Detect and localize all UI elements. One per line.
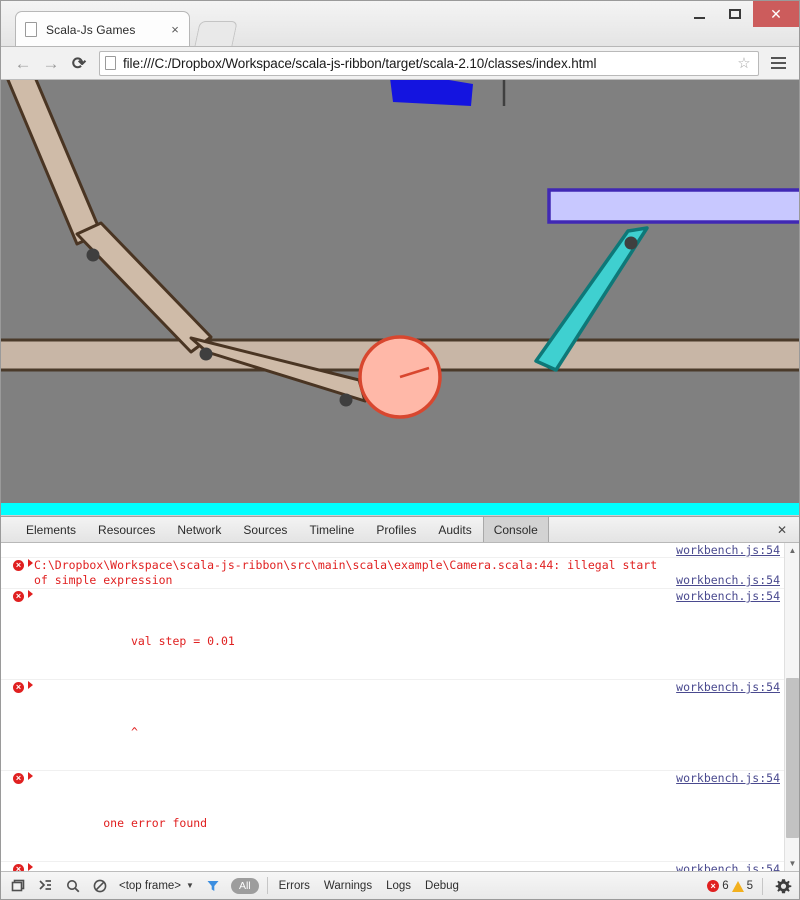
statusbar-divider <box>266 877 268 894</box>
url-text[interactable]: file:///C:/Dropbox/Workspace/scala-js-ri… <box>123 56 735 71</box>
scroll-down-arrow-icon[interactable]: ▼ <box>785 856 799 871</box>
error-badge-icon: × <box>13 682 24 693</box>
console-message: C:\Dropbox\Workspace\scala-js-ribbon\src… <box>34 558 658 587</box>
console-row[interactable]: × C:\Dropbox\Workspace\scala-js-ribbon\s… <box>1 558 784 589</box>
console-message: val step = 0.01 <box>103 634 235 648</box>
bookmark-star-icon[interactable]: ☆ <box>735 56 753 71</box>
tab-elements[interactable]: Elements <box>15 517 87 542</box>
joint-2 <box>199 347 213 361</box>
blue-wedge-shape <box>390 80 473 106</box>
game-viewport[interactable] <box>1 80 799 516</box>
canvas-background <box>1 80 799 515</box>
expand-triangle-icon[interactable] <box>28 863 33 871</box>
window-controls: ✕ <box>681 1 799 27</box>
joint-1 <box>86 248 100 262</box>
lavender-platform <box>547 188 799 224</box>
devtools-panel: Elements Resources Network Sources Timel… <box>1 516 799 899</box>
console-row[interactable]: × val step = 0.01 workbench.js:54 <box>1 589 784 680</box>
tab-close-icon[interactable]: × <box>167 22 183 38</box>
reload-icon[interactable]: ⟳ <box>65 50 93 76</box>
title-bar: Scala-Js Games × ✕ <box>1 1 799 47</box>
close-button[interactable]: ✕ <box>753 1 799 27</box>
chevron-down-icon: ▼ <box>186 881 194 890</box>
filter-errors-button[interactable]: Errors <box>272 875 317 897</box>
console-scroll-area: workbench.js:54 × C:\Dropbox\Workspace\s… <box>1 543 784 871</box>
console-row-clipped: workbench.js:54 <box>1 543 784 558</box>
tab-console[interactable]: Console <box>482 517 549 542</box>
console-row[interactable]: × ^ workbench.js:54 <box>1 680 784 771</box>
page-icon <box>25 21 39 38</box>
new-tab-button[interactable] <box>194 21 238 47</box>
devtools-statusbar: <top frame> ▼ All Errors Warnings Logs D… <box>1 871 799 899</box>
filter-debug-button[interactable]: Debug <box>418 875 466 897</box>
error-count: 6 <box>722 880 729 892</box>
error-badge-icon: × <box>13 864 24 871</box>
plank-joint <box>624 236 638 250</box>
joint-3 <box>339 393 353 407</box>
expand-triangle-icon[interactable] <box>28 772 33 780</box>
devtools-close-icon[interactable]: ✕ <box>771 517 793 542</box>
console-row[interactable]: × one error found workbench.js:54 <box>1 771 784 862</box>
frame-selector-label: <top frame> <box>119 879 182 892</box>
filter-logs-button[interactable]: Logs <box>379 875 418 897</box>
game-canvas[interactable] <box>1 80 799 516</box>
tab-resources[interactable]: Resources <box>87 517 166 542</box>
console-drawer-icon[interactable] <box>32 875 59 897</box>
console-source-link[interactable]: workbench.js:54 <box>676 771 780 786</box>
tab-timeline[interactable]: Timeline <box>298 517 365 542</box>
error-badge-icon: × <box>13 773 24 784</box>
scroll-up-arrow-icon[interactable]: ▲ <box>785 543 799 558</box>
minimize-button[interactable] <box>681 1 717 27</box>
console-message: one error found <box>103 816 208 830</box>
tabstrip-base <box>1 46 799 47</box>
tab-sources[interactable]: Sources <box>232 517 298 542</box>
message-counts[interactable]: × 6 5 <box>707 872 763 900</box>
console-source-link[interactable]: workbench.js:54 <box>676 589 780 604</box>
tab-network[interactable]: Network <box>166 517 232 542</box>
console-scrollbar[interactable]: ▲ ▼ <box>784 543 799 871</box>
error-badge-icon: × <box>13 591 24 602</box>
tab-title: Scala-Js Games <box>46 22 136 37</box>
tab-profiles[interactable]: Profiles <box>365 517 427 542</box>
browser-window: Scala-Js Games × ✕ ← → ⟳ file:///C:/Drop… <box>0 0 800 900</box>
gear-icon[interactable] <box>773 876 793 896</box>
console-source-link[interactable]: workbench.js:54 <box>676 573 780 588</box>
back-icon[interactable]: ← <box>9 50 37 76</box>
frame-selector[interactable]: <top frame> ▼ <box>113 875 200 897</box>
dock-icon[interactable] <box>5 875 32 897</box>
browser-toolbar: ← → ⟳ file:///C:/Dropbox/Workspace/scala… <box>1 47 799 80</box>
warning-count: 5 <box>746 880 753 892</box>
player-ball <box>358 335 442 419</box>
console-row[interactable]: × (root/compile:31mcompile0m) Compilatio… <box>1 862 784 871</box>
statusbar-divider <box>762 877 763 895</box>
warning-triangle-icon <box>731 880 744 892</box>
filter-all-button[interactable]: All <box>230 877 259 894</box>
filter-funnel-icon[interactable] <box>200 875 227 897</box>
console-source-link[interactable]: workbench.js:54 <box>676 680 780 695</box>
filter-warnings-button[interactable]: Warnings <box>317 875 379 897</box>
canvas-bottom-bar <box>1 503 799 515</box>
error-badge-icon: × <box>707 880 720 892</box>
browser-tab[interactable]: Scala-Js Games × <box>15 11 190 47</box>
expand-triangle-icon[interactable] <box>28 559 33 567</box>
console-source-link[interactable]: workbench.js:54 <box>676 543 780 557</box>
scrollbar-thumb[interactable] <box>786 678 799 838</box>
address-bar[interactable]: file:///C:/Dropbox/Workspace/scala-js-ri… <box>99 50 759 76</box>
devtools-tabbar: Elements Resources Network Sources Timel… <box>1 517 799 543</box>
menu-icon[interactable] <box>765 50 791 76</box>
maximize-button[interactable] <box>717 1 753 27</box>
console-output[interactable]: workbench.js:54 × C:\Dropbox\Workspace\s… <box>1 543 799 871</box>
console-source-link[interactable]: workbench.js:54 <box>676 862 780 871</box>
console-message: ^ <box>103 725 138 739</box>
search-icon[interactable] <box>59 875 86 897</box>
expand-triangle-icon[interactable] <box>28 681 33 689</box>
error-badge-icon: × <box>13 560 24 571</box>
expand-triangle-icon[interactable] <box>28 590 33 598</box>
forward-icon[interactable]: → <box>37 50 65 76</box>
clear-console-icon[interactable] <box>86 875 113 897</box>
page-icon <box>105 56 117 70</box>
tab-audits[interactable]: Audits <box>427 517 482 542</box>
